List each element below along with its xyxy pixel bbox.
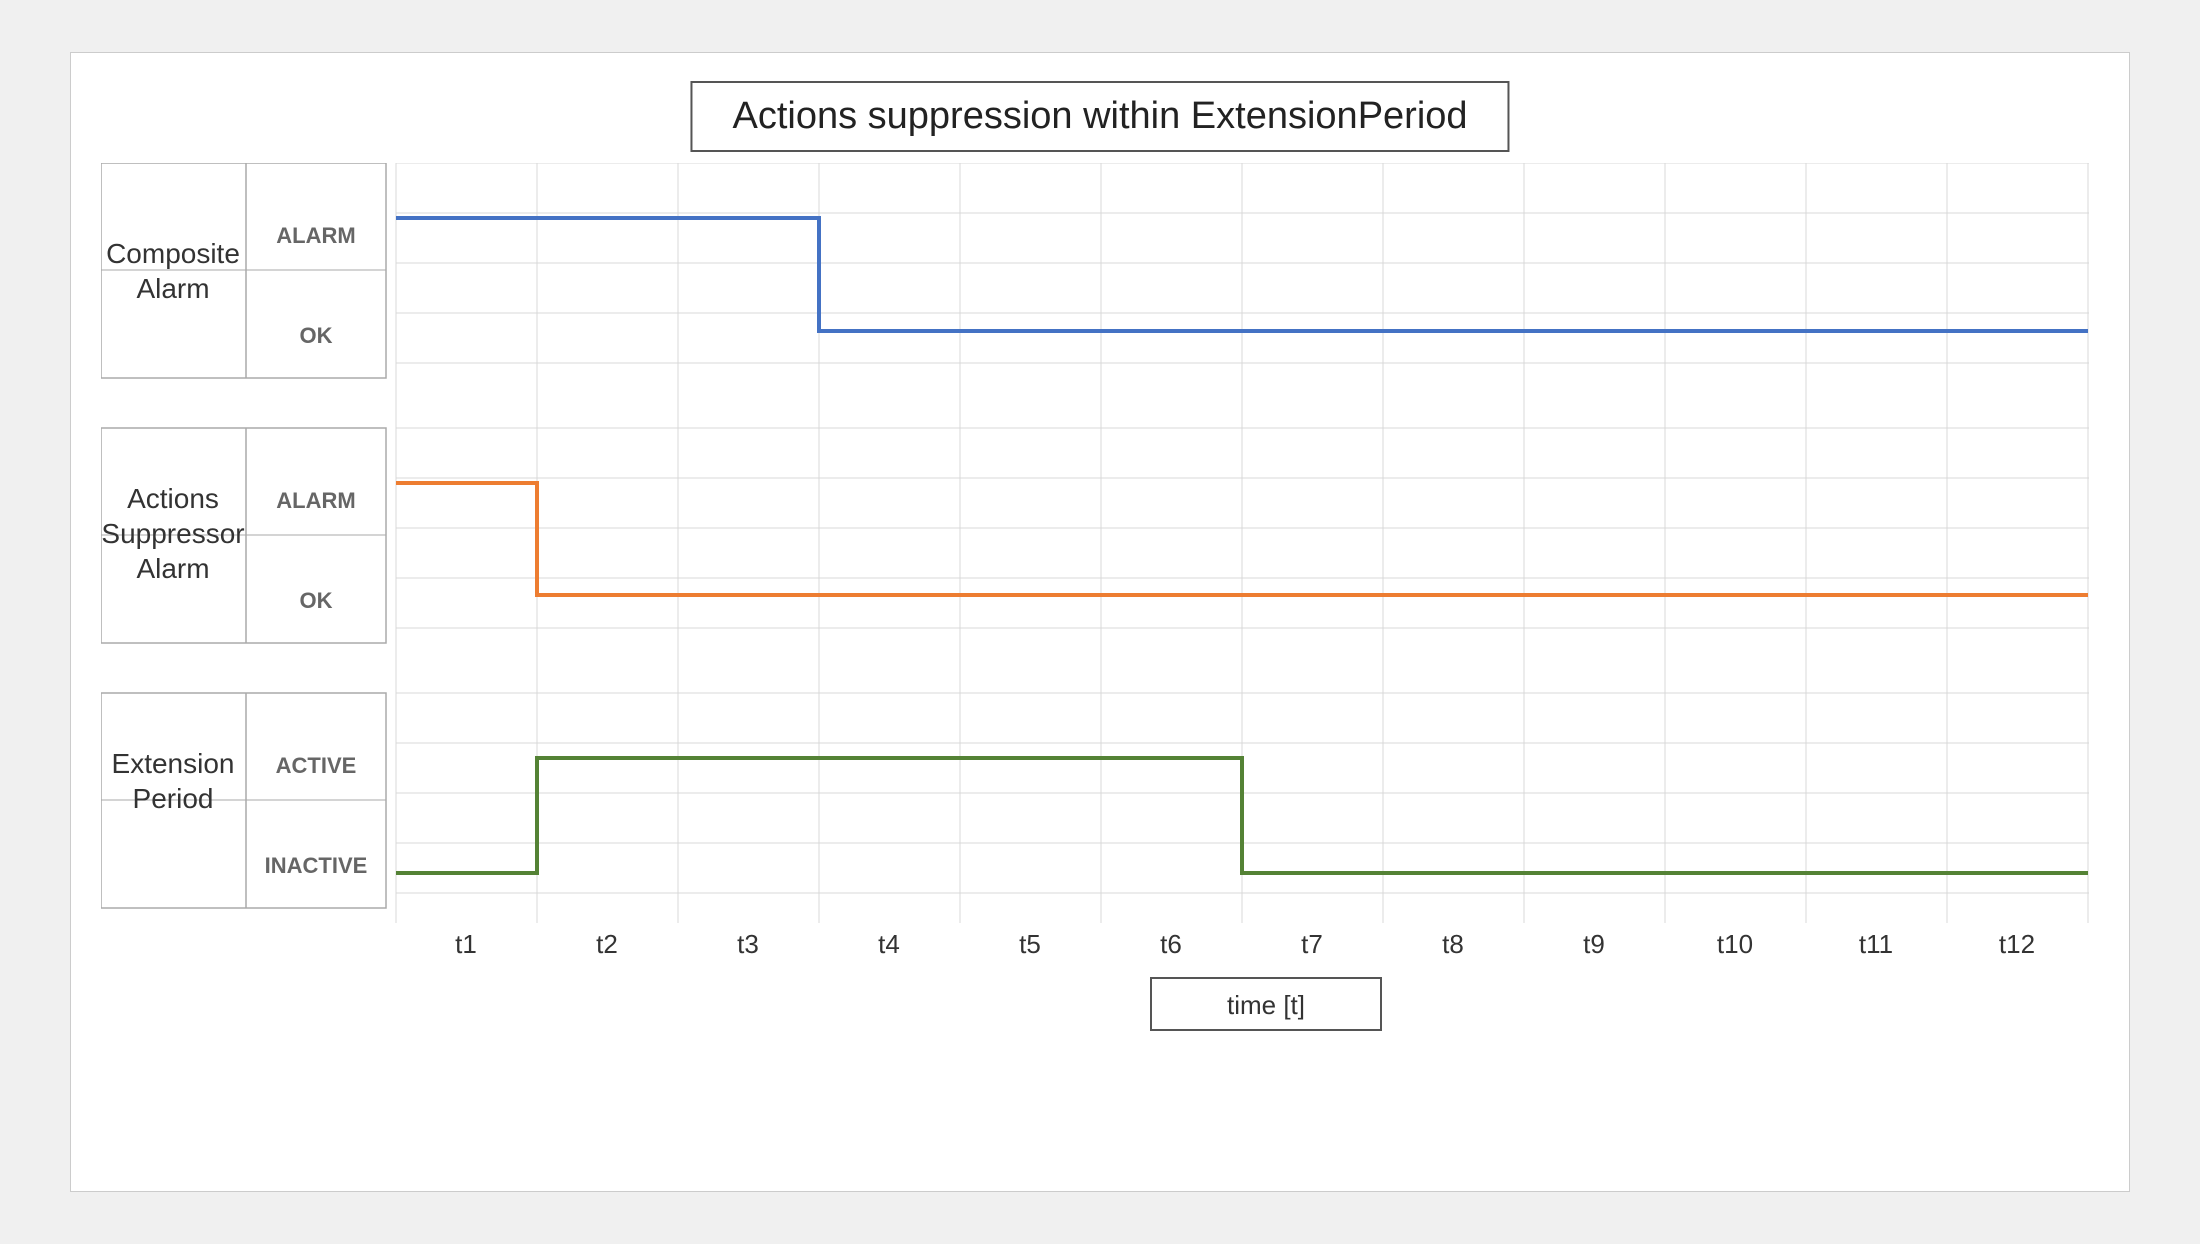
tick-t2: t2 <box>596 929 618 959</box>
row3-name: Extension <box>112 748 235 779</box>
time-label: time [t] <box>1227 990 1305 1020</box>
row2-name3: Alarm <box>136 553 209 584</box>
main-container: Actions suppression within ExtensionPeri… <box>0 0 2200 1244</box>
tick-t1: t1 <box>455 929 477 959</box>
chart-wrapper: Actions suppression within ExtensionPeri… <box>70 52 2130 1192</box>
row3-name2: Period <box>133 783 214 814</box>
row1-name: Composite <box>106 238 240 269</box>
row3-inactive-label: INACTIVE <box>265 853 368 878</box>
row2-ok-label: OK <box>300 588 333 613</box>
tick-t11: t11 <box>1859 929 1893 959</box>
row1-name2: Alarm <box>136 273 209 304</box>
chart-title-box: Actions suppression within ExtensionPeri… <box>690 81 1509 152</box>
tick-t3: t3 <box>737 929 759 959</box>
extension-period-line <box>396 758 2088 873</box>
row2-name2: Suppressor <box>101 518 244 549</box>
tick-t7: t7 <box>1301 929 1323 959</box>
row2-name: Actions <box>127 483 219 514</box>
tick-t9: t9 <box>1583 929 1605 959</box>
tick-t4: t4 <box>878 929 900 959</box>
tick-t6: t6 <box>1160 929 1182 959</box>
row1-ok-label: OK <box>300 323 333 348</box>
row1-alarm-label: ALARM <box>276 223 355 248</box>
tick-t5: t5 <box>1019 929 1041 959</box>
chart-title: Actions suppression within ExtensionPeri… <box>732 95 1467 137</box>
chart-svg: Composite Alarm ALARM OK Actions Suppres… <box>101 163 2089 1051</box>
tick-t10: t10 <box>1717 929 1753 959</box>
tick-t12: t12 <box>1999 929 2035 959</box>
row2-alarm-label: ALARM <box>276 488 355 513</box>
grid-lines <box>101 163 2089 923</box>
row3-active-label: ACTIVE <box>276 753 357 778</box>
tick-t8: t8 <box>1442 929 1464 959</box>
